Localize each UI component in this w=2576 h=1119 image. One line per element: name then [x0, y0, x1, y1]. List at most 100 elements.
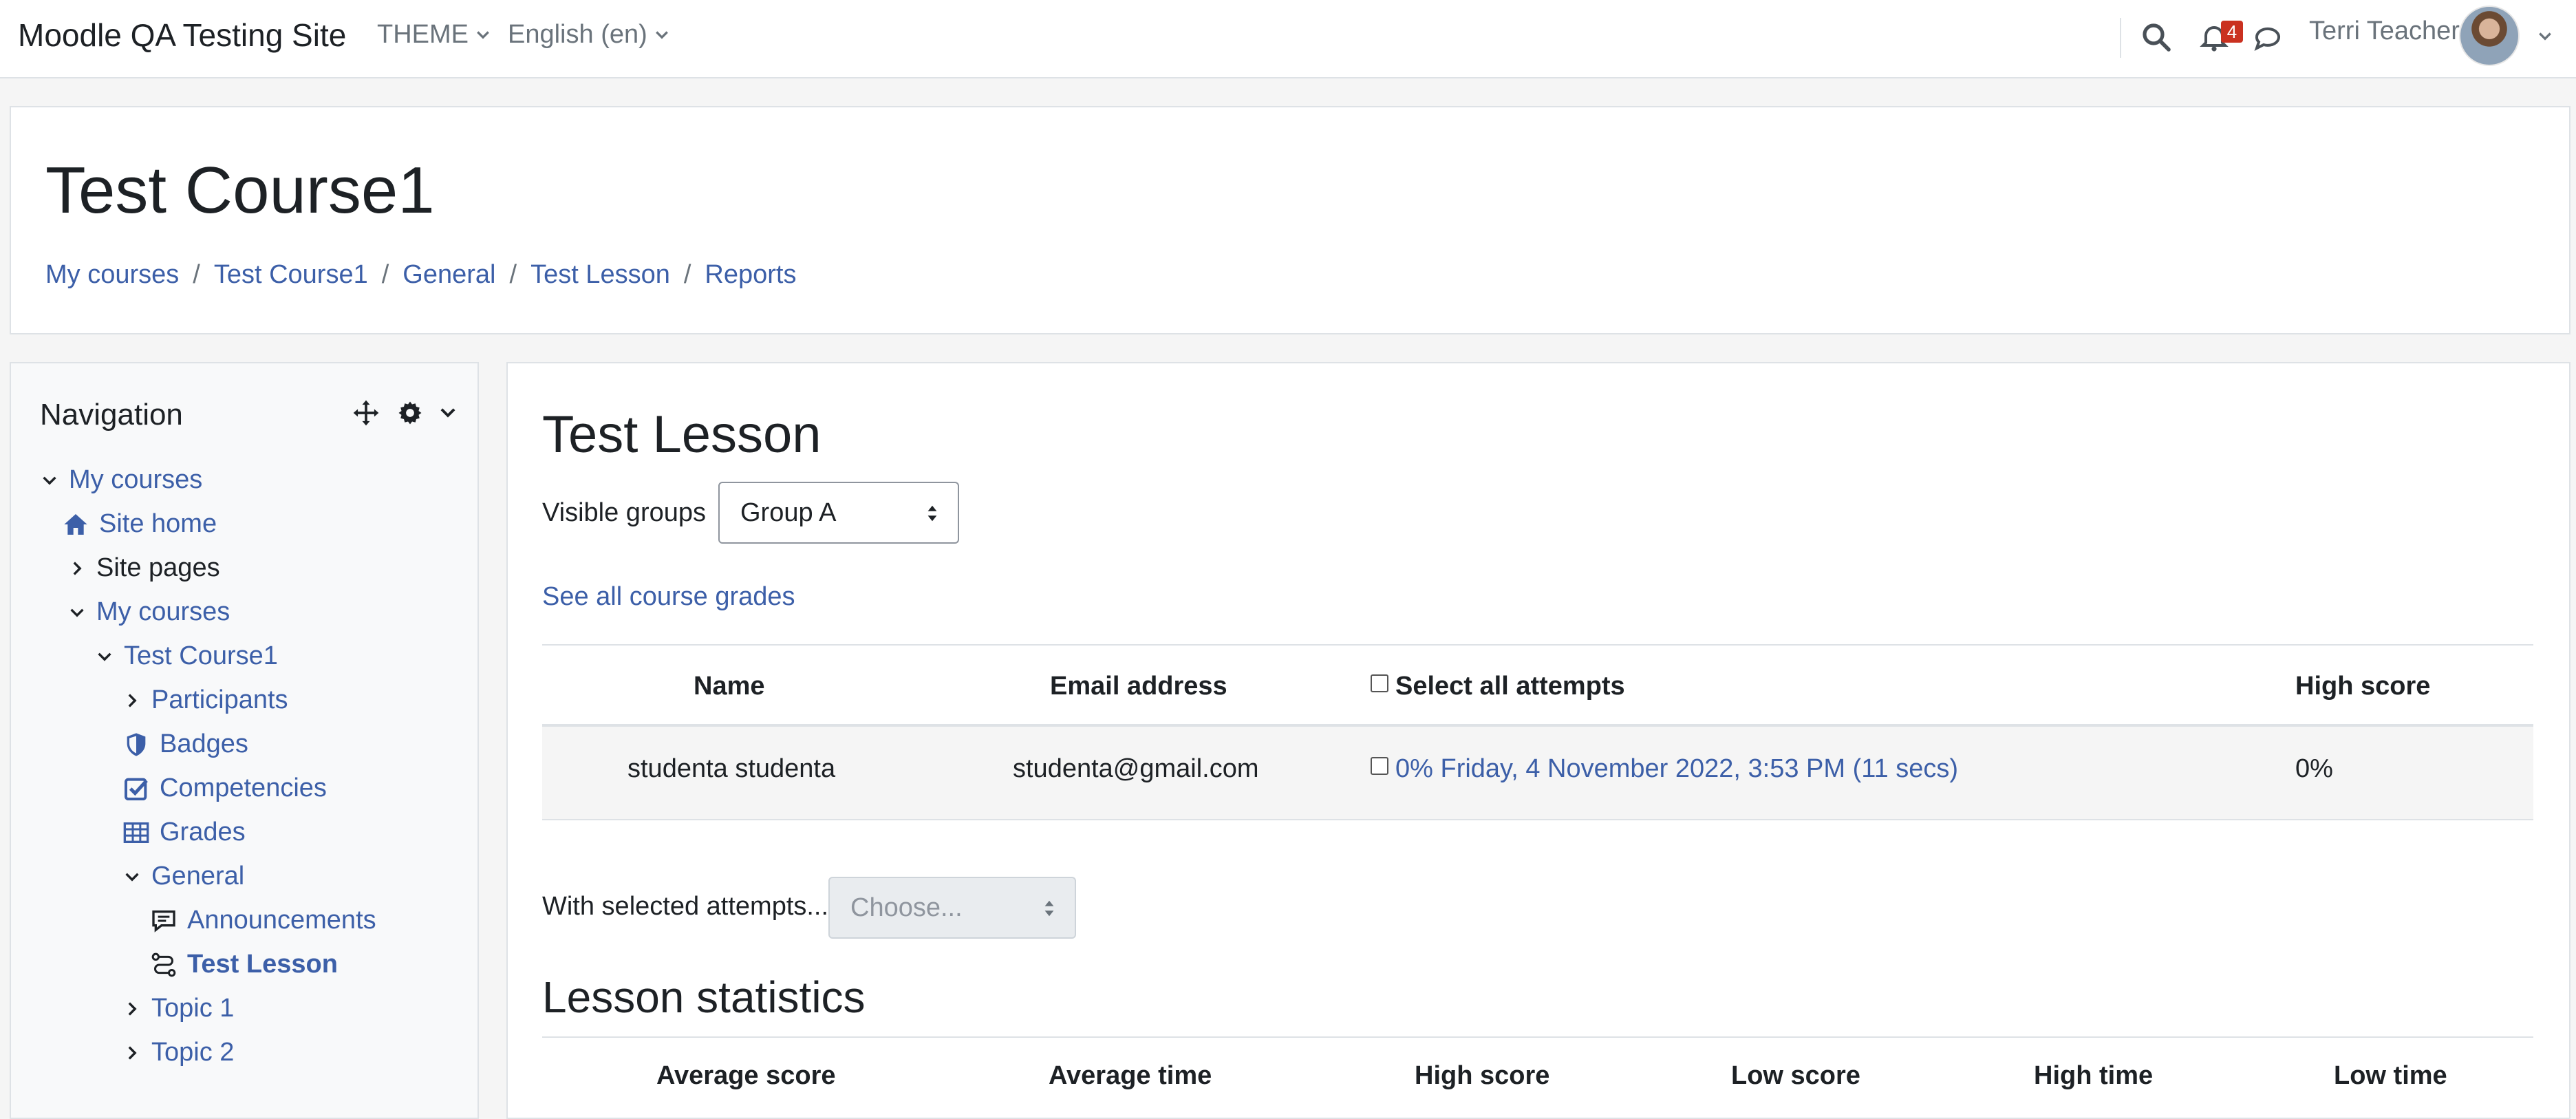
language-menu-label: English (en): [508, 20, 647, 49]
nav-item-topic-2[interactable]: Topic 2: [122, 1038, 234, 1067]
nav-item-site-home[interactable]: Site home: [62, 509, 217, 539]
nav-item-label[interactable]: Competencies: [160, 774, 327, 803]
nav-item-badges[interactable]: Badges: [122, 729, 248, 759]
nav-item-label[interactable]: My courses: [69, 465, 202, 495]
see-all-grades-link[interactable]: See all course grades: [542, 582, 795, 612]
stats-header-high-score: High score: [1415, 1061, 1550, 1090]
shield-icon: [127, 732, 146, 756]
breadcrumb-separator: /: [509, 260, 517, 289]
breadcrumb-section[interactable]: General: [402, 260, 495, 290]
nav-item-general[interactable]: General: [122, 862, 244, 891]
column-header-high-score[interactable]: High score: [2295, 672, 2430, 701]
chevron-down-icon: [655, 30, 668, 39]
nav-item-announcements[interactable]: Announcements: [150, 906, 376, 935]
chevron-right-icon: [128, 1045, 137, 1060]
nav-item-label[interactable]: My courses: [96, 597, 230, 627]
nav-item-label[interactable]: Test Lesson: [187, 950, 338, 979]
chevron-right-icon: [128, 693, 137, 707]
nav-item-course[interactable]: Test Course1: [95, 641, 278, 671]
top-navbar: Moodle QA Testing Site THEME English (en…: [0, 0, 2576, 78]
select-all-checkbox[interactable]: [1371, 674, 1388, 692]
nav-item-site-pages[interactable]: Site pages: [67, 553, 220, 583]
select-arrows-icon: [927, 505, 937, 522]
with-selected-placeholder: Choose...: [850, 893, 963, 922]
stats-header-low-time: Low time: [2334, 1061, 2447, 1090]
select-arrows-icon: [1044, 900, 1054, 917]
notification-badge: 4: [2221, 21, 2243, 43]
block-controls: [351, 398, 457, 428]
table-icon: [123, 822, 149, 843]
statistics-divider: [542, 1036, 2533, 1038]
attempt-checkbox[interactable]: [1371, 756, 1388, 775]
student-email: studenta@gmail.com: [1013, 754, 1259, 783]
nav-item-competencies[interactable]: Competencies: [122, 774, 327, 803]
nav-item-label[interactable]: General: [151, 862, 244, 891]
theme-menu-label: THEME: [377, 20, 469, 49]
page-title: Test Course1: [45, 153, 435, 227]
navigation-block: Navigation My courses Site home Site pag…: [10, 362, 479, 1119]
move-icon[interactable]: [351, 398, 381, 428]
check-square-icon: [125, 778, 148, 800]
student-name: studenta studenta: [627, 754, 836, 783]
breadcrumb-reports[interactable]: Reports: [705, 260, 796, 290]
nav-item-label[interactable]: Badges: [160, 729, 248, 759]
visible-groups-value: Group A: [740, 498, 837, 527]
nav-item-test-lesson[interactable]: Test Lesson: [150, 950, 338, 979]
breadcrumb-separator: /: [193, 260, 200, 289]
site-name[interactable]: Moodle QA Testing Site: [18, 17, 346, 54]
nav-item-label[interactable]: Site home: [99, 509, 217, 539]
breadcrumb-activity[interactable]: Test Lesson: [530, 260, 670, 290]
nav-item-label[interactable]: Participants: [151, 685, 288, 715]
with-selected-select[interactable]: Choose...: [828, 877, 1076, 939]
stats-header-low-score: Low score: [1731, 1061, 1860, 1090]
breadcrumb-separator: /: [683, 260, 691, 289]
avatar[interactable]: [2459, 6, 2520, 66]
chevron-down-icon: [70, 608, 84, 617]
chevron-down-icon[interactable]: [439, 404, 457, 422]
nav-item-topic-1[interactable]: Topic 1: [122, 994, 234, 1023]
table-header: Name Email address Select all attempts H…: [542, 644, 2533, 727]
chevron-down-icon: [477, 30, 489, 39]
visible-groups-select[interactable]: Group A: [718, 482, 959, 544]
chevron-down-icon[interactable]: [2537, 29, 2553, 44]
breadcrumb-course[interactable]: Test Course1: [214, 260, 368, 290]
nav-item-label[interactable]: Announcements: [187, 906, 376, 935]
search-icon[interactable]: [2140, 21, 2173, 54]
select-all-attempts[interactable]: Select all attempts: [1371, 672, 1625, 701]
language-menu[interactable]: English (en): [508, 20, 669, 50]
lesson-statistics-heading: Lesson statistics: [542, 972, 866, 1022]
nav-item-label[interactable]: Topic 2: [151, 1038, 234, 1067]
nav-item-label: Site pages: [96, 553, 220, 582]
with-selected-label: With selected attempts...: [542, 892, 829, 921]
nav-item-label[interactable]: Grades: [160, 818, 246, 847]
chevron-down-icon: [125, 873, 139, 882]
nav-item-label[interactable]: Topic 1: [151, 994, 234, 1023]
select-all-label: Select all attempts: [1395, 672, 1625, 701]
messages-icon[interactable]: [2251, 21, 2284, 54]
main-region: Test Lesson Visible groups Group A See a…: [506, 362, 2570, 1119]
attempt-link[interactable]: 0% Friday, 4 November 2022, 3:53 PM (11 …: [1395, 754, 1958, 783]
chevron-right-icon: [73, 561, 82, 575]
nav-item-participants[interactable]: Participants: [122, 685, 288, 715]
navbar-divider: [2120, 18, 2121, 58]
page-header: Test Course1 My courses / Test Course1 /…: [10, 106, 2570, 334]
breadcrumb-separator: /: [381, 260, 389, 289]
breadcrumb-my-courses[interactable]: My courses: [45, 260, 179, 290]
stats-header-high-time: High time: [2034, 1061, 2154, 1090]
column-header-email[interactable]: Email address: [1050, 672, 1227, 701]
chevron-down-icon: [98, 652, 111, 661]
gear-icon[interactable]: [395, 398, 425, 428]
forum-icon: [152, 910, 175, 932]
nav-item-my-courses-sub[interactable]: My courses: [67, 597, 230, 627]
student-high-score: 0%: [2295, 754, 2333, 783]
stats-header-average-time: Average time: [1049, 1061, 1212, 1090]
lesson-title: Test Lesson: [542, 405, 822, 464]
stats-header-average-score: Average score: [656, 1061, 836, 1090]
column-header-name[interactable]: Name: [694, 672, 765, 701]
nav-item-grades[interactable]: Grades: [122, 818, 246, 847]
nav-item-my-courses[interactable]: My courses: [40, 465, 202, 495]
theme-menu[interactable]: THEME: [377, 20, 491, 50]
user-menu-name[interactable]: Terri Teacher: [2309, 17, 2460, 46]
nav-item-label[interactable]: Test Course1: [124, 641, 278, 671]
home-icon: [64, 513, 87, 535]
